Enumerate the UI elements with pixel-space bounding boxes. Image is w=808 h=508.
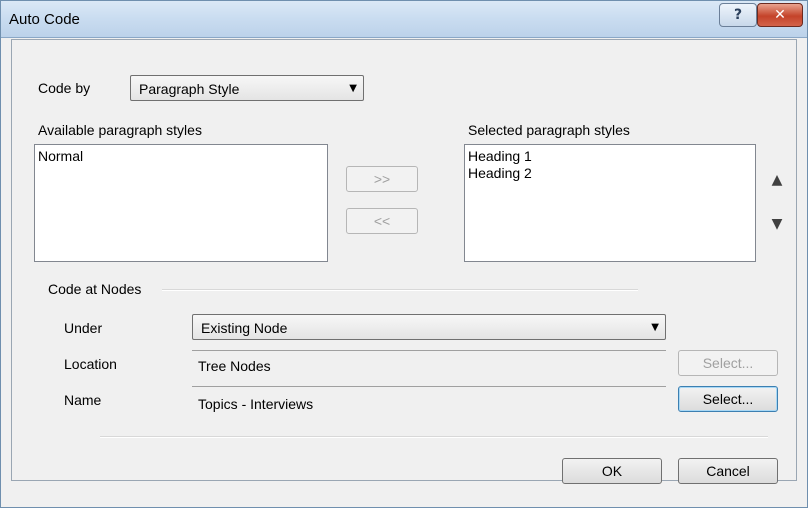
selected-styles-label: Selected paragraph styles: [468, 122, 630, 138]
code-by-label: Code by: [38, 80, 91, 96]
location-label: Location: [64, 356, 117, 372]
arrow-down-icon: ▼: [771, 216, 783, 232]
name-field-top-border: [192, 386, 666, 387]
code-by-value: Paragraph Style: [139, 81, 240, 97]
chevron-down-icon: ▼: [349, 83, 357, 94]
location-select-button[interactable]: Select...: [678, 350, 778, 376]
under-value: Existing Node: [201, 320, 288, 336]
under-label: Under: [64, 320, 103, 336]
under-dropdown[interactable]: Existing Node ▼: [192, 314, 666, 340]
auto-code-dialog: Auto Code ? ✕ Code by Paragraph Style ▼ …: [0, 0, 808, 508]
remove-style-label: <<: [373, 213, 391, 229]
close-icon: ✕: [774, 7, 786, 23]
location-value: Tree Nodes: [198, 358, 271, 374]
title-bar[interactable]: Auto Code ? ✕: [1, 1, 807, 38]
ok-label: OK: [601, 463, 623, 479]
available-styles-label: Available paragraph styles: [38, 122, 202, 138]
name-value: Topics - Interviews: [198, 396, 314, 412]
available-styles-list[interactable]: Normal: [34, 144, 328, 262]
section-divider: [162, 289, 638, 291]
move-up-button[interactable]: ▲: [768, 168, 786, 192]
ok-button[interactable]: OK: [562, 458, 662, 484]
add-style-label: >>: [373, 171, 391, 187]
remove-style-button[interactable]: <<: [346, 208, 418, 234]
name-select-label: Select...: [702, 391, 754, 407]
cancel-label: Cancel: [706, 463, 750, 479]
help-icon: ?: [733, 7, 743, 23]
move-down-button[interactable]: ▼: [768, 212, 786, 236]
code-at-nodes-label: Code at Nodes: [48, 281, 142, 297]
code-by-dropdown[interactable]: Paragraph Style ▼: [130, 75, 364, 101]
list-item[interactable]: Heading 2: [468, 165, 532, 181]
list-item[interactable]: Normal: [38, 148, 83, 164]
list-item[interactable]: Heading 1: [468, 148, 532, 164]
footer-divider: [100, 436, 768, 438]
help-button[interactable]: ?: [719, 3, 757, 27]
cancel-button[interactable]: Cancel: [678, 458, 778, 484]
add-style-button[interactable]: >>: [346, 166, 418, 192]
selected-styles-list[interactable]: Heading 1 Heading 2: [464, 144, 756, 262]
dialog-title: Auto Code: [9, 11, 80, 28]
location-field-top-border: [192, 350, 666, 351]
arrow-up-icon: ▲: [771, 172, 783, 188]
name-select-button[interactable]: Select...: [678, 386, 778, 412]
location-select-label: Select...: [702, 355, 754, 371]
dialog-body: Code by Paragraph Style ▼ Available para…: [11, 39, 797, 484]
chevron-down-icon: ▼: [651, 322, 659, 333]
name-label: Name: [64, 392, 102, 408]
close-button[interactable]: ✕: [757, 3, 803, 27]
